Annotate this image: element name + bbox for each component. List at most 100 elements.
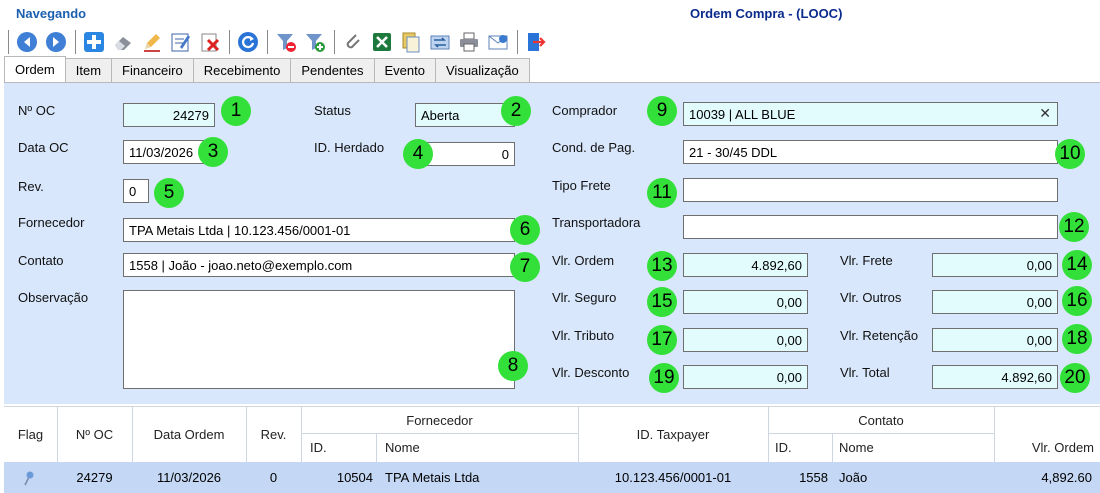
tab-ordem[interactable]: Ordem <box>4 56 66 82</box>
vlr-total-field[interactable]: 4.892,60 <box>932 365 1058 389</box>
filter-remove-icon[interactable] <box>274 30 298 54</box>
callout-badge: 9 <box>647 96 677 126</box>
table-row[interactable]: 24279 11/03/2026 0 10504 TPA Metais Ltda… <box>4 462 1100 493</box>
col-header-fornecedor-nome[interactable]: Nome <box>385 440 420 455</box>
col-header-rev[interactable]: Rev. <box>246 427 301 442</box>
num-oc-field[interactable]: 24279 <box>123 103 215 127</box>
tipo-frete-label: Tipo Frete <box>552 178 611 193</box>
vlr-retencao-field[interactable]: 0,00 <box>932 328 1058 352</box>
cell-fornecedor-id: 10504 <box>336 470 373 485</box>
navigation-status: Navegando <box>16 6 87 21</box>
arrow-right-icon[interactable] <box>44 30 68 54</box>
callout-badge: 5 <box>154 178 184 208</box>
toolbar-separator <box>75 30 76 54</box>
col-header-fornecedor[interactable]: Fornecedor <box>301 413 578 428</box>
col-header-vlr-ordem[interactable]: Vlr. Ordem <box>994 440 1094 455</box>
vlr-ordem-label: Vlr. Ordem <box>552 253 615 268</box>
callout-badge: 16 <box>1062 286 1092 316</box>
col-header-flag[interactable]: Flag <box>4 427 57 442</box>
refresh-icon[interactable] <box>236 30 260 54</box>
callout-badge: 8 <box>498 351 528 381</box>
transfer-icon[interactable] <box>428 30 452 54</box>
filter-add-icon[interactable] <box>303 30 327 54</box>
delete-icon[interactable] <box>198 30 222 54</box>
toolbar-separator <box>517 30 518 54</box>
arrow-left-icon[interactable] <box>15 30 39 54</box>
callout-badge: 7 <box>510 252 540 282</box>
transportadora-label: Transportadora <box>552 215 641 230</box>
callout-badge: 18 <box>1062 324 1092 354</box>
vlr-frete-field[interactable]: 0,00 <box>932 253 1058 277</box>
vlr-tributo-label: Vlr. Tributo <box>552 328 615 343</box>
orders-grid: Flag Nº OC Data Ordem Rev. Fornecedor ID… <box>4 406 1100 493</box>
fornecedor-label: Fornecedor <box>18 215 85 230</box>
copy-icon[interactable] <box>399 30 423 54</box>
vlr-ordem-field[interactable]: 4.892,60 <box>683 253 808 277</box>
cell-contato-nome: João <box>839 470 868 485</box>
col-header-id-taxpayer[interactable]: ID. Taxpayer <box>578 427 768 442</box>
observacao-label: Observação <box>18 290 89 305</box>
callout-badge: 6 <box>510 215 540 245</box>
add-icon[interactable] <box>82 30 106 54</box>
order-form-panel: Nº OC 24279 1 Data OC 11/03/2026 3 Rev. … <box>4 82 1100 404</box>
vlr-outros-label: Vlr. Outros <box>840 290 902 305</box>
tab-evento[interactable]: Evento <box>373 58 436 82</box>
callout-badge: 13 <box>647 251 677 281</box>
status-label: Status <box>314 103 351 118</box>
data-oc-label: Data OC <box>18 140 69 155</box>
vlr-outros-field[interactable]: 0,00 <box>932 290 1058 314</box>
vlr-frete-label: Vlr. Frete <box>840 253 893 268</box>
toolbar-separator <box>229 30 230 54</box>
col-header-contato[interactable]: Contato <box>768 413 994 428</box>
excel-icon[interactable] <box>370 30 394 54</box>
tab-recebimento[interactable]: Recebimento <box>192 58 292 82</box>
window-title: Ordem Compra - (LOOC) <box>690 6 843 21</box>
col-header-contato-id[interactable]: ID. <box>775 440 792 455</box>
cond-pag-field[interactable]: 21 - 30/45 DDL <box>683 140 1058 164</box>
toolbar-separator <box>267 30 268 54</box>
cell-fornecedor-nome: TPA Metais Ltda <box>385 470 480 485</box>
toolbar <box>6 27 646 57</box>
vlr-seguro-field[interactable]: 0,00 <box>683 290 808 314</box>
callout-badge: 14 <box>1062 250 1092 280</box>
callout-badge: 15 <box>647 287 677 317</box>
eraser-icon[interactable] <box>111 30 135 54</box>
callout-badge: 4 <box>403 139 433 169</box>
tab-pendentes[interactable]: Pendentes <box>290 58 375 82</box>
callout-badge: 19 <box>649 363 679 393</box>
tab-visualizacao[interactable]: Visualização <box>435 58 530 82</box>
callout-badge: 10 <box>1055 139 1085 169</box>
cell-contato-id: 1558 <box>799 470 828 485</box>
vlr-tributo-field[interactable]: 0,00 <box>683 328 808 352</box>
transportadora-field[interactable] <box>683 215 1058 239</box>
rev-field[interactable]: 0 <box>123 179 149 203</box>
num-oc-label: Nº OC <box>18 103 56 118</box>
email-icon[interactable] <box>486 30 510 54</box>
vlr-desconto-field[interactable]: 0,00 <box>683 365 808 389</box>
observacao-textarea[interactable] <box>123 290 515 389</box>
exit-icon[interactable] <box>524 30 548 54</box>
col-header-data-ordem[interactable]: Data Ordem <box>132 427 246 442</box>
col-header-num-oc[interactable]: Nº OC <box>57 427 132 442</box>
vlr-desconto-label: Vlr. Desconto <box>552 365 630 380</box>
contato-field[interactable]: 1558 | João - joao.neto@exemplo.com <box>123 253 515 277</box>
attach-icon[interactable] <box>341 30 365 54</box>
fornecedor-field[interactable]: TPA Metais Ltda | 10.123.456/0001-01 <box>123 218 515 242</box>
vlr-retencao-label: Vlr. Retenção <box>840 328 919 343</box>
tab-item[interactable]: Item <box>64 58 113 82</box>
close-icon[interactable]: ✕ <box>1039 105 1051 122</box>
col-header-contato-nome[interactable]: Nome <box>839 440 874 455</box>
comprador-field[interactable]: 10039 | ALL BLUE ✕ <box>683 102 1058 126</box>
id-herdado-label: ID. Herdado <box>314 140 385 155</box>
cell-rev: 0 <box>269 470 278 485</box>
tab-financeiro[interactable]: Financeiro <box>111 58 194 82</box>
callout-badge: 3 <box>198 137 228 167</box>
status-field[interactable]: Aberta <box>415 103 515 127</box>
toolbar-separator <box>8 30 9 54</box>
edit-pencil-icon[interactable] <box>140 30 164 54</box>
edit-form-icon[interactable] <box>169 30 193 54</box>
vlr-seguro-label: Vlr. Seguro <box>552 290 617 305</box>
tipo-frete-field[interactable] <box>683 178 1058 202</box>
col-header-fornecedor-id[interactable]: ID. <box>310 440 327 455</box>
print-icon[interactable] <box>457 30 481 54</box>
